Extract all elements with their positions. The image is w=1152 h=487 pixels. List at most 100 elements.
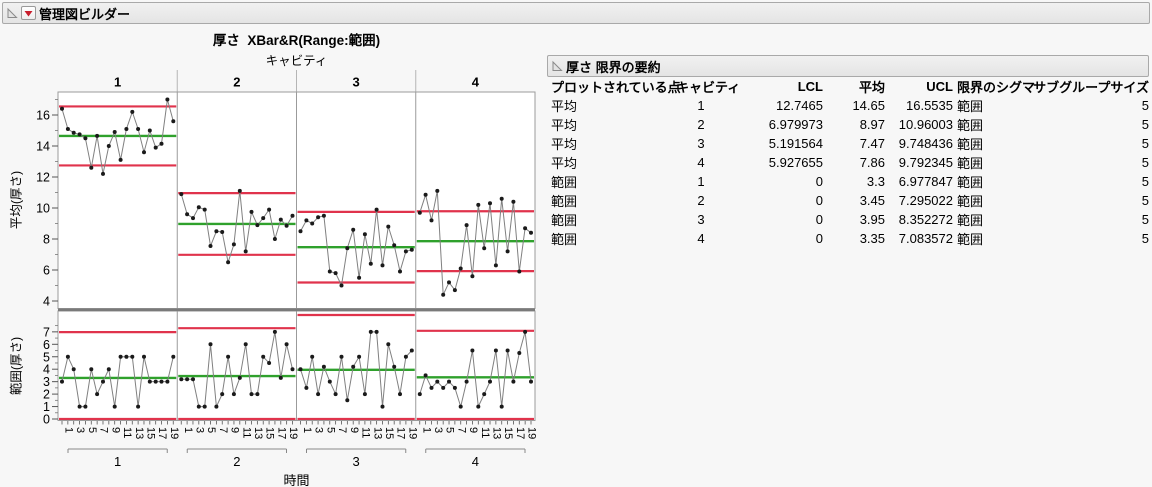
svg-text:14: 14 [36, 140, 50, 154]
svg-text:19: 19 [406, 427, 418, 439]
table-cell: 1 [697, 174, 705, 189]
data-point [95, 133, 100, 138]
data-point [208, 342, 213, 347]
svg-text:3: 3 [432, 427, 444, 433]
data-point [185, 377, 190, 382]
data-point [267, 361, 272, 365]
table-cell: 1 [697, 98, 705, 113]
table-cell: 6.979973 [768, 117, 823, 132]
data-point [386, 224, 391, 229]
data-point [65, 354, 70, 359]
table-cell: 16.5535 [906, 98, 953, 113]
data-point [214, 229, 219, 234]
data-point [392, 364, 397, 369]
range-chart: 1 3 5 7 9 11 13 15 17 1911 3 5 7 9 11 13 15 17 1921 3 5 7 9 11 1… [43, 310, 538, 469]
svg-text:7: 7 [43, 325, 50, 339]
data-point [429, 385, 434, 390]
data-point [202, 207, 207, 212]
limits-summary-title: 厚さ 限界の要約 [566, 59, 661, 75]
svg-text:3: 3 [353, 75, 360, 90]
data-point [374, 207, 379, 212]
table-cell: 3.45 [859, 193, 885, 208]
table-cell: 範囲 [957, 137, 984, 152]
svg-text:4: 4 [43, 363, 50, 377]
svg-text:7: 7 [336, 427, 348, 433]
data-point [130, 109, 135, 114]
data-point [290, 213, 295, 218]
svg-text:17: 17 [395, 427, 407, 439]
table-cell: 2 [697, 117, 705, 132]
svg-text:0: 0 [43, 413, 50, 427]
table-cell: 3 [697, 136, 705, 151]
table-cell: 10.96003 [898, 117, 953, 132]
table-cell: 2 [697, 193, 705, 208]
data-point [95, 392, 100, 397]
data-point [476, 404, 481, 409]
table-cell: 範囲 [551, 213, 578, 228]
data-point [284, 342, 289, 347]
table-cell: 5 [1141, 117, 1149, 132]
data-point [147, 379, 152, 384]
data-point [304, 218, 309, 223]
data-point [470, 274, 475, 279]
table-cell: 範囲 [551, 194, 578, 209]
data-point [488, 201, 492, 206]
table-cell: 8.97 [859, 117, 885, 132]
table-cell: 5 [1141, 193, 1149, 208]
svg-text:9: 9 [467, 427, 479, 433]
data-point [191, 216, 195, 221]
data-point [458, 404, 463, 409]
phase-label: 3 [353, 454, 360, 469]
phase-header-band: 1 2 3 4 [114, 70, 480, 92]
data-point [153, 379, 158, 384]
table-cell: 範囲 [957, 99, 984, 114]
data-point [214, 404, 219, 409]
table-cell: 範囲 [551, 232, 578, 247]
svg-text:7: 7 [455, 427, 467, 433]
data-point [398, 392, 402, 397]
table-header-row: プロットされている点 キャビティ LCL 平均 UCL 限界のシグマ サブグルー… [551, 77, 1149, 96]
data-point [409, 247, 414, 252]
phase-bracket [306, 448, 407, 453]
data-point [179, 377, 184, 382]
data-point [403, 354, 408, 359]
data-point [357, 275, 362, 280]
data-point [493, 263, 498, 268]
svg-text:5: 5 [43, 350, 50, 364]
svg-text:12: 12 [36, 171, 50, 185]
table-cell: 5 [1141, 231, 1149, 246]
data-point [124, 127, 129, 131]
data-point [398, 269, 402, 274]
data-point [380, 404, 385, 409]
data-point [310, 354, 315, 359]
svg-text:11: 11 [479, 427, 491, 438]
table-cell: 9.792345 [898, 155, 953, 170]
data-point [77, 132, 82, 137]
data-point [83, 136, 88, 141]
table-cell: 5.927655 [768, 155, 823, 170]
data-point [165, 97, 170, 102]
table-cell: 平均 [551, 118, 578, 133]
table-cell: 5 [1141, 174, 1149, 189]
data-point [380, 263, 385, 268]
control-chart-canvas[interactable]: 1 2 3 4468101214161 3 5 7 9 11 13 15 17 1911 3 5 7 9 11 13… [0, 0, 545, 487]
data-point [278, 375, 283, 380]
data-point [60, 379, 64, 384]
data-point [464, 379, 469, 384]
phase-bracket [186, 448, 287, 453]
table-cell: 7.47 [859, 136, 885, 151]
data-point [493, 348, 498, 353]
table-cell: 12.7465 [776, 98, 823, 113]
svg-text:11: 11 [121, 427, 133, 438]
data-point [327, 379, 332, 384]
table-row: 平均 2 6.979973 8.97 10.96003 範囲 5 [551, 115, 1149, 134]
svg-text:1: 1 [182, 427, 194, 433]
table-cell: 0 [815, 212, 823, 227]
data-point [208, 244, 213, 248]
svg-text:9: 9 [229, 427, 241, 433]
disclosure-triangle-icon[interactable] [551, 60, 563, 72]
svg-text:2: 2 [43, 388, 50, 402]
table-cell: 平均 [551, 137, 578, 152]
column-header-cavity: キャビティ [676, 80, 741, 95]
limits-summary-header: 厚さ 限界の要約 [547, 55, 1149, 77]
